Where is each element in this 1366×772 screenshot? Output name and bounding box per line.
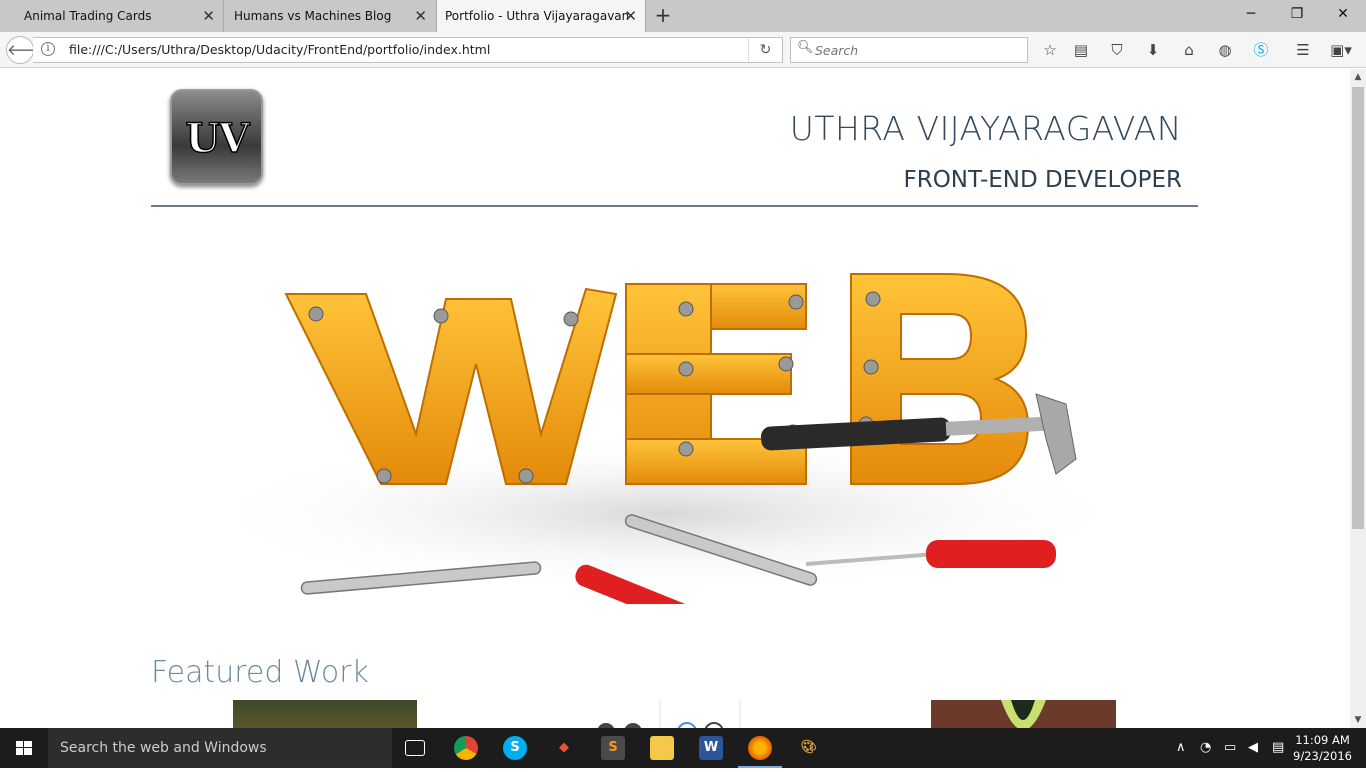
url-text[interactable]: file:///C:/Users/Uthra/Desktop/Udacity/F… [69,38,490,62]
volume-icon[interactable]: ◀ [1248,740,1258,755]
restore-icon[interactable]: ❐ [1274,0,1320,30]
page-scrollbar[interactable]: ▲ ▼ [1350,69,1366,728]
page-content: UV UTHRA VIJAYARAGAVAN FRONT-END DEVELOP… [0,69,1350,728]
featured-thumbnail-icons[interactable] [590,700,770,728]
paint-icon[interactable]: 🎨︎ [797,736,821,760]
close-tab-icon[interactable]: ✕ [414,0,427,32]
home-icon[interactable]: ⌂ [1179,40,1199,60]
navigation-bar: 🡐 i file:///C:/Users/Uthra/Desktop/Udaci… [0,32,1366,68]
pocket-icon[interactable]: ⛉ [1107,40,1127,60]
featured-thumbnail-bulb[interactable] [931,700,1116,728]
back-button[interactable]: 🡐 [6,36,47,64]
file-explorer-icon[interactable] [650,736,674,760]
globe-icon[interactable]: ◍ [1215,40,1235,60]
wifi-icon[interactable]: ◔ [1200,740,1211,755]
windows-taskbar: Search the web and Windows S ◆ S W 🎨︎ ∧ … [0,728,1366,768]
notifications-icon[interactable]: ▤ [1272,740,1284,755]
skype-taskbar-icon[interactable]: S [503,736,527,760]
close-window-icon[interactable]: ✕ [1320,0,1366,30]
start-button[interactable] [0,728,48,768]
scrollbar-thumb[interactable] [1352,87,1364,529]
header-divider [151,205,1198,207]
sublime-text-icon[interactable]: S [601,736,625,760]
uv-logo: UV [170,89,263,185]
search-box[interactable]: 🔍︎ [790,37,1028,63]
tab-label: Portfolio - Uthra Vijayaragavan [445,9,630,23]
system-clock[interactable]: 11:09 AM 9/23/2016 [1293,732,1352,764]
download-icon[interactable]: ⬇ [1143,40,1163,60]
windows-logo-icon [16,741,32,755]
search-icon: 🔍︎ [797,40,814,55]
menu-icon[interactable]: ☰ [1293,40,1313,60]
letter-e [625,283,807,485]
info-icon[interactable]: i [41,42,55,56]
reload-icon[interactable]: ↻ [748,38,782,62]
minimize-icon[interactable]: ─ [1228,0,1274,30]
git-icon[interactable]: ◆ [552,736,576,760]
letter-b [850,273,1029,485]
tab-bar: Animal Trading Cards ✕ Humans vs Machine… [0,0,1366,32]
address-bar[interactable]: i file:///C:/Users/Uthra/Desktop/Udacity… [33,37,783,63]
bookmark-star-icon[interactable]: ☆ [1040,40,1060,60]
close-tab-icon[interactable]: ✕ [624,0,637,32]
page-title: UTHRA VIJAYARAGAVAN [789,109,1182,148]
tab-label: Humans vs Machines Blog [234,9,392,23]
tab-label: Animal Trading Cards [24,9,152,23]
extension-icon[interactable]: ▣▾ [1326,40,1356,60]
tab-humans-vs-machines[interactable]: Humans vs Machines Blog ✕ [225,0,435,32]
scroll-up-icon[interactable]: ▲ [1350,72,1366,82]
logo-text: UV [185,114,250,163]
featured-thumbnail-tiger[interactable] [233,700,417,728]
chrome-icon[interactable] [454,736,478,760]
task-view-icon[interactable] [405,740,425,756]
clock-date: 9/23/2016 [1293,749,1352,763]
tab-portfolio[interactable]: Portfolio - Uthra Vijayaragavan ✕ [436,0,646,32]
show-hidden-icons-icon[interactable]: ∧ [1176,740,1186,755]
battery-icon[interactable]: ▭ [1224,740,1236,755]
subtitle: FRONT-END DEVELOPER [903,167,1182,193]
featured-work-heading: Featured Work [151,655,369,690]
firefox-icon[interactable] [748,736,772,760]
web-hero-image [186,273,1146,604]
skype-icon[interactable]: Ⓢ [1251,40,1271,60]
close-tab-icon[interactable]: ✕ [202,0,215,32]
scroll-down-icon[interactable]: ▼ [1350,715,1366,725]
clock-time: 11:09 AM [1295,733,1350,747]
taskbar-search[interactable]: Search the web and Windows [48,728,392,768]
word-icon[interactable]: W [699,736,723,760]
tab-animal-trading-cards[interactable]: Animal Trading Cards ✕ [0,0,224,32]
reading-list-icon[interactable]: ▤ [1071,40,1091,60]
search-input[interactable] [815,41,1015,59]
new-tab-icon[interactable]: + [652,0,674,32]
